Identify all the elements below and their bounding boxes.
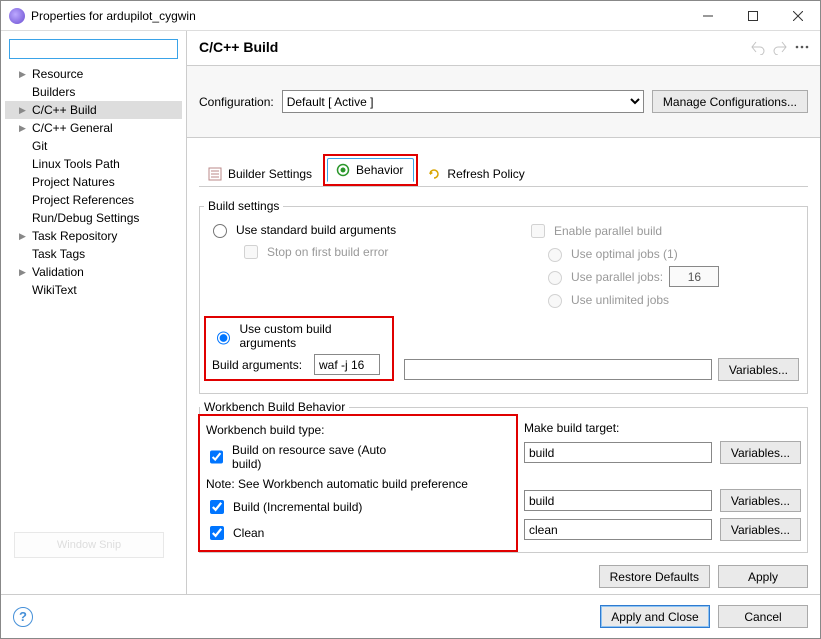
sidebar-item-project-refs[interactable]: Project References bbox=[5, 191, 182, 209]
sidebar-item-task-repo[interactable]: ▶Task Repository bbox=[5, 227, 182, 245]
workbench-legend: Workbench Build Behavior bbox=[200, 400, 349, 414]
restore-defaults-button[interactable]: Restore Defaults bbox=[599, 565, 710, 588]
enable-parallel-checkbox bbox=[531, 224, 545, 238]
optimal-jobs-radio bbox=[548, 248, 562, 262]
sidebar-item-cpp-general[interactable]: ▶C/C++ General bbox=[5, 119, 182, 137]
form-area: Build settings Use standard build argume… bbox=[187, 187, 820, 555]
build-args-input[interactable] bbox=[314, 354, 380, 375]
use-standard-radio[interactable] bbox=[213, 224, 227, 238]
apply-close-button[interactable]: Apply and Close bbox=[600, 605, 710, 628]
enable-parallel-label: Enable parallel build bbox=[554, 224, 662, 238]
sidebar-item-git[interactable]: Git bbox=[5, 137, 182, 155]
maximize-button[interactable] bbox=[730, 1, 775, 31]
nav-tree: ▶Resource Builders ▶C/C++ Build ▶C/C++ G… bbox=[1, 65, 186, 299]
sidebar: ▶Resource Builders ▶C/C++ Build ▶C/C++ G… bbox=[1, 31, 187, 594]
tab-bar: Builder Settings Behavior Refresh Policy bbox=[187, 138, 820, 186]
sidebar-item-linux-tools[interactable]: Linux Tools Path bbox=[5, 155, 182, 173]
auto-target-input[interactable] bbox=[524, 442, 712, 463]
chevron-right-icon: ▶ bbox=[19, 123, 30, 134]
clean-label: Clean bbox=[233, 526, 264, 540]
sidebar-item-resource[interactable]: ▶Resource bbox=[5, 65, 182, 83]
workbench-group: Workbench Build Behavior Workbench build… bbox=[199, 400, 808, 553]
window-title: Properties for ardupilot_cygwin bbox=[31, 9, 685, 23]
wb-note: Note: See Workbench automatic build pref… bbox=[206, 477, 468, 491]
minimize-icon bbox=[703, 11, 713, 21]
auto-build-label: Build on resource save (Auto build) bbox=[232, 443, 406, 471]
tab-builder-settings[interactable]: Builder Settings bbox=[199, 162, 323, 186]
sidebar-item-builders[interactable]: Builders bbox=[5, 83, 182, 101]
sidebar-item-project-natures[interactable]: Project Natures bbox=[5, 173, 182, 191]
auto-build-checkbox[interactable] bbox=[210, 450, 223, 464]
maximize-icon bbox=[748, 11, 758, 21]
variables-button-clean[interactable]: Variables... bbox=[720, 518, 801, 541]
use-custom-radio[interactable] bbox=[217, 331, 230, 345]
incremental-checkbox[interactable] bbox=[210, 500, 224, 514]
make-target-label: Make build target: bbox=[524, 421, 619, 435]
page-title: C/C++ Build bbox=[199, 39, 744, 55]
window-snip-overlay: Window Snip bbox=[14, 532, 164, 558]
highlight-box: Workbench build type: Build on resource … bbox=[198, 414, 518, 552]
wb-type-label: Workbench build type: bbox=[206, 423, 406, 437]
sidebar-item-wikitext[interactable]: WikiText bbox=[5, 281, 182, 299]
sidebar-item-validation[interactable]: ▶Validation bbox=[5, 263, 182, 281]
titlebar: Properties for ardupilot_cygwin bbox=[1, 1, 820, 31]
tab-refresh-policy[interactable]: Refresh Policy bbox=[418, 162, 535, 186]
page-buttons: Restore Defaults Apply bbox=[187, 555, 820, 588]
build-settings-legend: Build settings bbox=[204, 199, 283, 213]
variables-button-auto[interactable]: Variables... bbox=[720, 441, 801, 464]
clean-target-input[interactable] bbox=[524, 519, 712, 540]
clean-checkbox[interactable] bbox=[210, 526, 224, 540]
build-settings-group: Build settings Use standard build argume… bbox=[199, 199, 808, 394]
chevron-right-icon: ▶ bbox=[19, 231, 30, 242]
parallel-jobs-radio bbox=[548, 271, 562, 285]
stop-first-checkbox bbox=[244, 245, 258, 259]
back-arrow-icon[interactable] bbox=[750, 39, 766, 55]
radio-icon bbox=[336, 163, 350, 177]
help-icon[interactable]: ? bbox=[13, 607, 33, 627]
build-args-label: Build arguments: bbox=[212, 358, 308, 372]
highlight-box: Use custom build arguments Build argumen… bbox=[204, 316, 394, 381]
chevron-right-icon: ▶ bbox=[19, 105, 30, 116]
stop-first-label: Stop on first build error bbox=[267, 245, 388, 259]
unlimited-jobs-radio bbox=[548, 294, 562, 308]
unlimited-jobs-label: Use unlimited jobs bbox=[571, 293, 669, 307]
minimize-button[interactable] bbox=[685, 1, 730, 31]
content-pane: C/C++ Build Configuration: Default [ Act… bbox=[187, 31, 820, 594]
sidebar-item-run-debug[interactable]: Run/Debug Settings bbox=[5, 209, 182, 227]
chevron-right-icon: ▶ bbox=[19, 69, 30, 80]
configuration-row: Configuration: Default [ Active ] Manage… bbox=[187, 66, 820, 138]
sidebar-item-task-tags[interactable]: Task Tags bbox=[5, 245, 182, 263]
forward-arrow-icon[interactable] bbox=[772, 39, 788, 55]
configuration-label: Configuration: bbox=[199, 95, 274, 109]
variables-button-incr[interactable]: Variables... bbox=[720, 489, 801, 512]
manage-configs-button[interactable]: Manage Configurations... bbox=[652, 90, 808, 113]
highlight-box: Behavior bbox=[323, 154, 418, 186]
close-icon bbox=[793, 11, 803, 21]
dialog-footer: ? Apply and Close Cancel bbox=[1, 594, 820, 638]
page-header: C/C++ Build bbox=[187, 31, 820, 66]
cancel-button[interactable]: Cancel bbox=[718, 605, 808, 628]
filter-input[interactable] bbox=[9, 39, 178, 59]
list-icon bbox=[208, 167, 222, 181]
variables-button[interactable]: Variables... bbox=[718, 358, 799, 381]
incremental-target-input[interactable] bbox=[524, 490, 712, 511]
use-custom-label: Use custom build arguments bbox=[239, 322, 386, 350]
menu-icon[interactable] bbox=[794, 39, 810, 55]
use-standard-label: Use standard build arguments bbox=[236, 223, 396, 237]
parallel-jobs-label: Use parallel jobs: bbox=[571, 270, 663, 284]
parallel-jobs-input bbox=[669, 266, 719, 287]
refresh-icon bbox=[427, 167, 441, 181]
configuration-select[interactable]: Default [ Active ] bbox=[282, 90, 644, 113]
app-icon bbox=[9, 8, 25, 24]
build-args-input-ext[interactable] bbox=[404, 359, 712, 380]
tab-behavior[interactable]: Behavior bbox=[327, 158, 414, 182]
incremental-label: Build (Incremental build) bbox=[233, 500, 362, 514]
close-button[interactable] bbox=[775, 1, 820, 31]
apply-button[interactable]: Apply bbox=[718, 565, 808, 588]
sidebar-item-cpp-build[interactable]: ▶C/C++ Build bbox=[5, 101, 182, 119]
chevron-right-icon: ▶ bbox=[19, 267, 30, 278]
optimal-jobs-label: Use optimal jobs (1) bbox=[571, 247, 678, 261]
